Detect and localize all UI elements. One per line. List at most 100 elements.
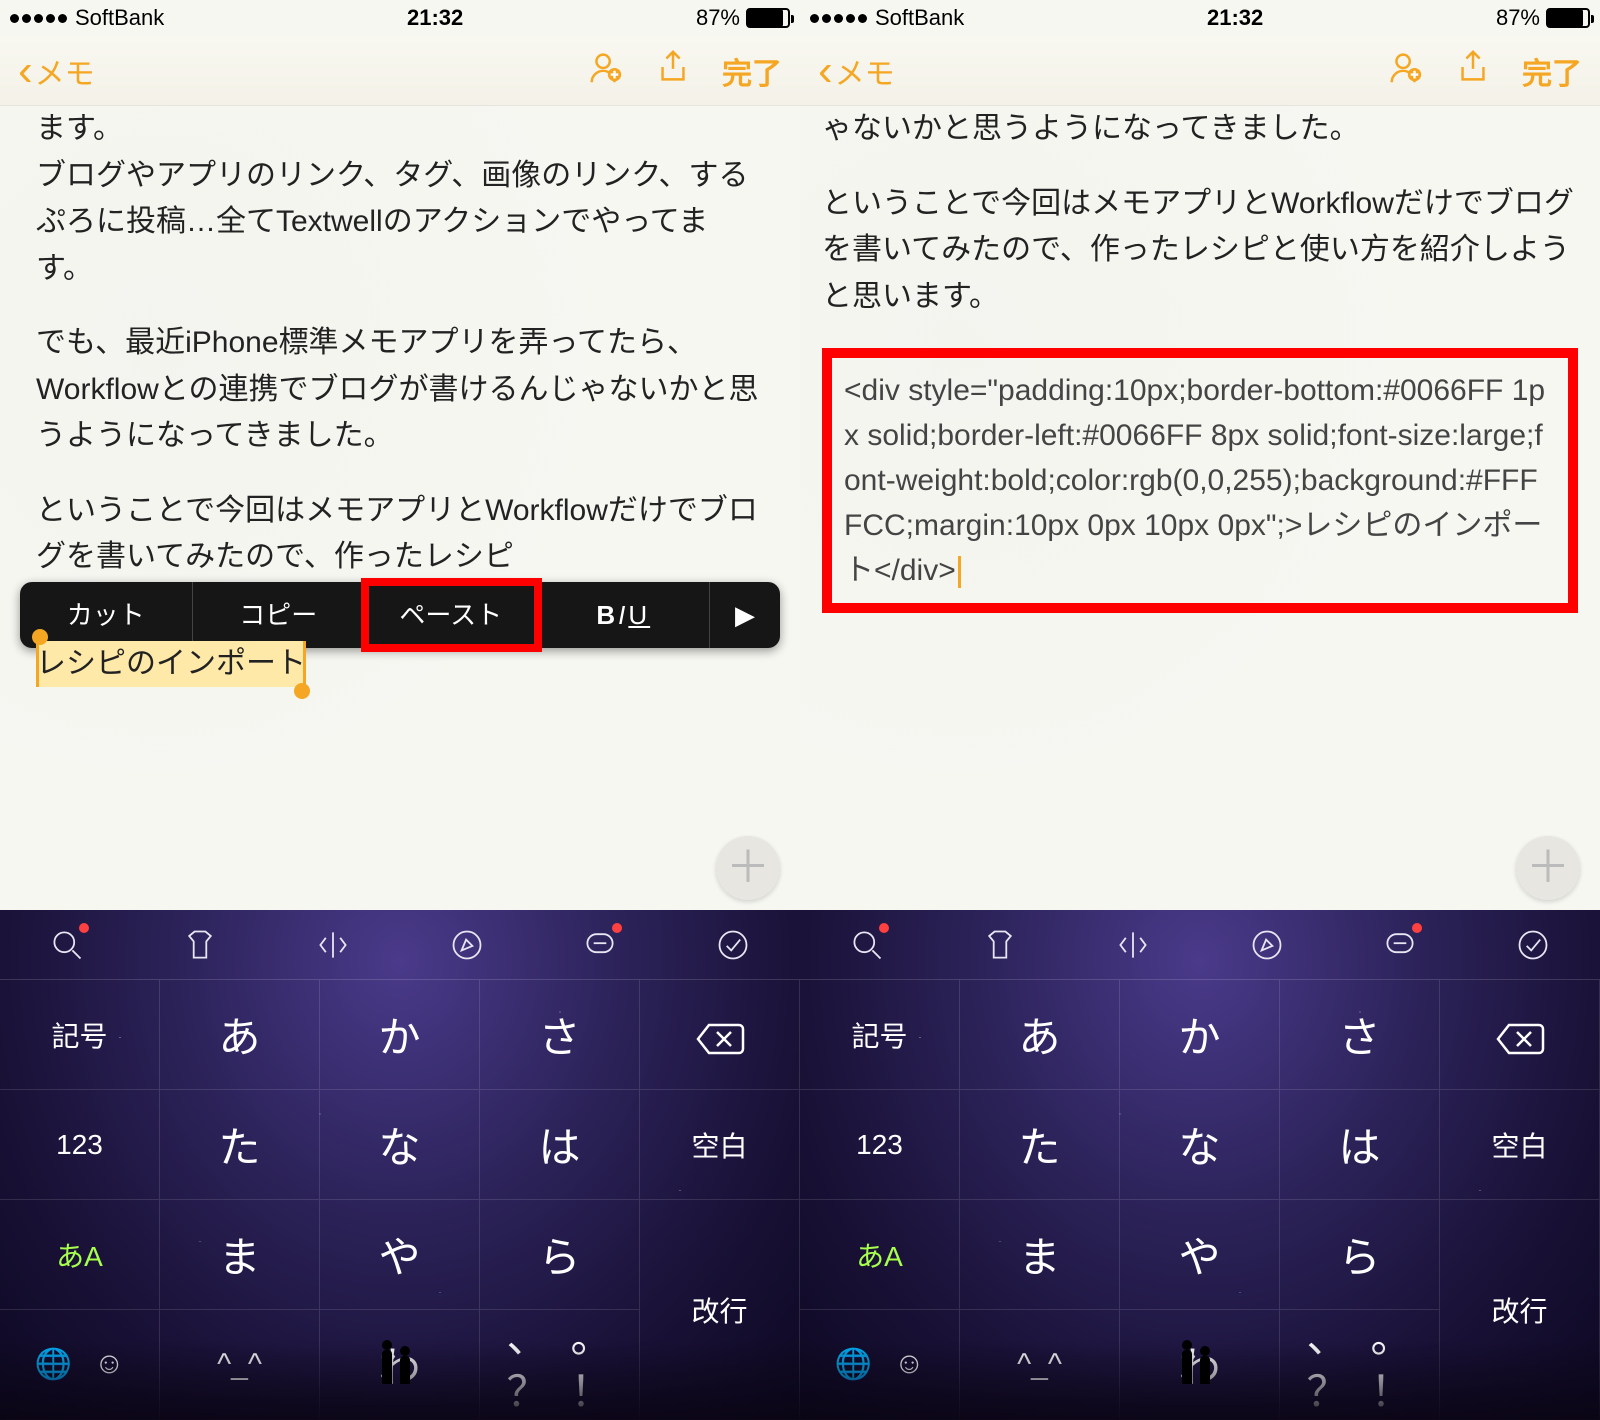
kb-compass-button[interactable] xyxy=(447,925,487,965)
kb-compass-button[interactable] xyxy=(1247,925,1287,965)
note-paragraph: ということで今回はメモアプリとWorkflowだけでブログを書いてみたので、作っ… xyxy=(36,488,764,581)
battery-pct: 87% xyxy=(1496,5,1540,31)
key-space[interactable]: 空白 xyxy=(640,1090,800,1200)
key-a[interactable]: あ xyxy=(960,980,1120,1090)
context-menu: カット コピー ペースト BIU ▶ xyxy=(20,582,780,648)
menu-paste[interactable]: ペースト xyxy=(365,582,538,648)
note-body[interactable]: ゃないかと思うようになってきました。 ということで今回はメモアプリとWorkfl… xyxy=(800,106,1600,910)
key-123[interactable]: 123 xyxy=(800,1090,960,1200)
tshirt-icon xyxy=(182,927,218,963)
plus-icon: ＋ xyxy=(1526,834,1570,902)
done-button[interactable]: 完了 xyxy=(722,49,782,93)
add-person-button[interactable] xyxy=(1386,48,1424,94)
selected-text[interactable]: レシピのインポート xyxy=(36,641,306,688)
note-paragraph: ということで今回はメモアプリとWorkflowだけでブログを書いてみたので、作っ… xyxy=(822,181,1578,321)
key-space[interactable]: 空白 xyxy=(1440,1090,1600,1200)
menu-more[interactable]: ▶ xyxy=(710,582,780,648)
key-ha[interactable]: は xyxy=(1280,1090,1440,1200)
add-button[interactable]: ＋ xyxy=(1516,836,1580,900)
clock-label: 21:32 xyxy=(974,5,1496,31)
back-button[interactable]: ‹ メモ xyxy=(818,49,895,93)
silhouette-art-icon xyxy=(1170,1334,1230,1384)
key-symbols[interactable]: 記号 xyxy=(0,980,160,1090)
key-ma[interactable]: ま xyxy=(160,1200,320,1310)
key-mode[interactable]: あA xyxy=(0,1200,160,1310)
key-backspace[interactable] xyxy=(1440,980,1600,1090)
code-text: <div style="padding:10px;border-bottom:#… xyxy=(844,374,1545,587)
key-ya[interactable]: や xyxy=(1120,1200,1280,1310)
key-backspace[interactable] xyxy=(640,980,800,1090)
back-label: メモ xyxy=(835,49,895,93)
kb-ok-button[interactable] xyxy=(713,925,753,965)
notification-dot-icon xyxy=(79,923,89,933)
compass-icon xyxy=(449,927,485,963)
kb-cursor-button[interactable] xyxy=(1113,925,1153,965)
battery-icon xyxy=(746,8,790,28)
key-ya[interactable]: や xyxy=(320,1200,480,1310)
key-123[interactable]: 123 xyxy=(0,1090,160,1200)
chevron-right-icon: ▶ xyxy=(735,595,755,635)
plus-icon: ＋ xyxy=(726,834,770,902)
back-label: メモ xyxy=(35,49,95,93)
keyboard-toolbar xyxy=(800,910,1600,980)
kb-theme-button[interactable] xyxy=(980,925,1020,965)
selection-handle-left-icon[interactable] xyxy=(32,629,48,645)
add-person-button[interactable] xyxy=(586,48,624,94)
phone-left: SoftBank 21:32 87% ‹ メモ 完了 xyxy=(0,0,800,1420)
key-ma[interactable]: ま xyxy=(960,1200,1120,1310)
person-add-icon xyxy=(586,48,624,86)
key-ta[interactable]: た xyxy=(160,1090,320,1200)
key-a[interactable]: あ xyxy=(160,980,320,1090)
keyboard: 記号 あ か さ 123 た な は 空白 あA ま や ら 改行 🌐 ☺ xyxy=(800,910,1600,1420)
carrier-label: SoftBank xyxy=(75,5,164,31)
done-button[interactable]: 完了 xyxy=(1522,49,1582,93)
back-button[interactable]: ‹ メモ xyxy=(18,49,95,93)
compass-icon xyxy=(1249,927,1285,963)
notification-dot-icon xyxy=(1412,923,1422,933)
key-sa[interactable]: さ xyxy=(1280,980,1440,1090)
battery-icon xyxy=(1546,8,1590,28)
phone-right: SoftBank 21:32 87% ‹ メモ 完了 xyxy=(800,0,1600,1420)
key-ra[interactable]: ら xyxy=(1280,1200,1440,1310)
kb-theme-button[interactable] xyxy=(180,925,220,965)
share-button[interactable] xyxy=(654,48,692,94)
key-ra[interactable]: ら xyxy=(480,1200,640,1310)
key-ha[interactable]: は xyxy=(480,1090,640,1200)
menu-format[interactable]: BIU xyxy=(538,582,711,648)
text-caret-icon xyxy=(958,556,961,588)
note-line: ブログやアプリのリンク、タグ、画像のリンク、するぷろに投稿…全てTextwell… xyxy=(36,153,764,293)
status-bar: SoftBank 21:32 87% xyxy=(800,0,1600,36)
kb-ok-button[interactable] xyxy=(1513,925,1553,965)
key-ka[interactable]: か xyxy=(1120,980,1280,1090)
menu-copy[interactable]: コピー xyxy=(193,582,366,648)
tshirt-icon xyxy=(982,927,1018,963)
key-ta[interactable]: た xyxy=(960,1090,1120,1200)
key-mode[interactable]: あA xyxy=(800,1200,960,1310)
nav-bar: ‹ メモ 完了 xyxy=(800,36,1600,106)
notification-dot-icon xyxy=(612,923,622,933)
key-ka[interactable]: か xyxy=(320,980,480,1090)
key-na[interactable]: な xyxy=(320,1090,480,1200)
key-symbols[interactable]: 記号 xyxy=(800,980,960,1090)
kb-search-button[interactable] xyxy=(847,925,887,965)
kb-chat-button[interactable] xyxy=(580,925,620,965)
add-button[interactable]: ＋ xyxy=(716,836,780,900)
share-button[interactable] xyxy=(1454,48,1492,94)
keyboard-toolbar xyxy=(0,910,800,980)
keyboard: 記号 あ か さ 123 た な は 空白 あA ま や ら 改行 🌐 ☺ xyxy=(0,910,800,1420)
battery-indicator: 87% xyxy=(1496,5,1590,31)
selection-handle-right-icon[interactable] xyxy=(294,683,310,699)
key-na[interactable]: な xyxy=(1120,1090,1280,1200)
check-circle-icon xyxy=(1515,927,1551,963)
kb-cursor-button[interactable] xyxy=(313,925,353,965)
backspace-icon xyxy=(695,1018,745,1052)
kb-search-button[interactable] xyxy=(47,925,87,965)
signal-dots-icon xyxy=(810,14,867,23)
status-bar: SoftBank 21:32 87% xyxy=(0,0,800,36)
clock-label: 21:32 xyxy=(174,5,696,31)
kb-chat-button[interactable] xyxy=(1380,925,1420,965)
note-body[interactable]: ます。 ブログやアプリのリンク、タグ、画像のリンク、するぷろに投稿…全てText… xyxy=(0,106,800,910)
key-sa[interactable]: さ xyxy=(480,980,640,1090)
nav-bar: ‹ メモ 完了 xyxy=(0,36,800,106)
pasted-html-block[interactable]: <div style="padding:10px;border-bottom:#… xyxy=(822,348,1578,613)
